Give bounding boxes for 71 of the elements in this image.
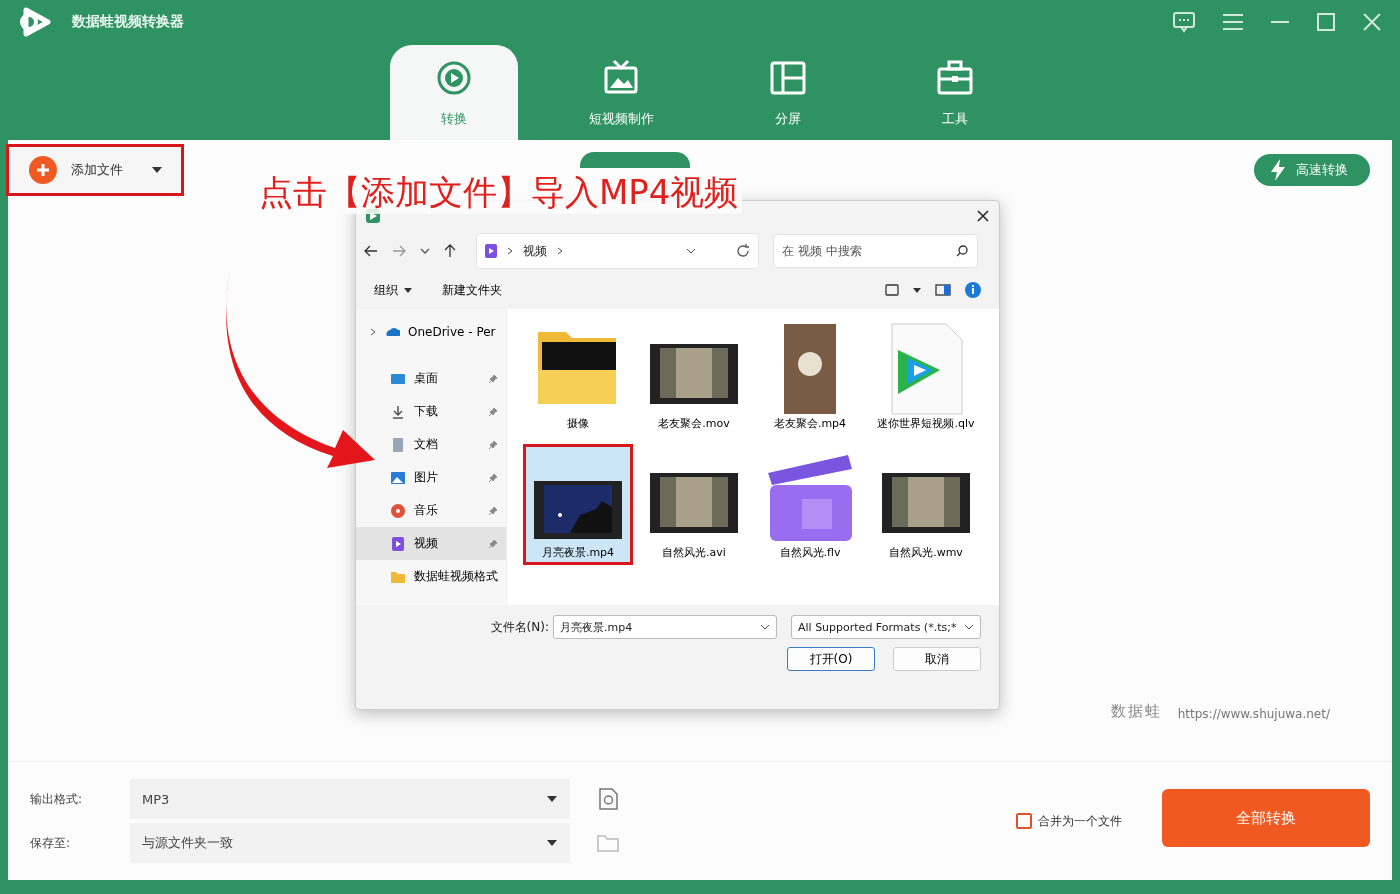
dropdown-caret-icon (151, 166, 163, 174)
file-item[interactable]: 月亮夜景.mp4 (523, 444, 633, 565)
caret-icon (546, 839, 558, 847)
field-label: 保存至: (30, 834, 72, 852)
nav-tab[interactable]: 分屏 (724, 45, 852, 140)
sidebar-item[interactable]: OneDrive - Per (356, 315, 506, 348)
sidebar-item[interactable]: 图片 (356, 461, 506, 494)
file-item[interactable]: 自然风光.avi (639, 444, 749, 565)
plus-icon (29, 156, 57, 184)
maximize-icon[interactable] (1316, 12, 1336, 32)
chevron-down-icon[interactable] (420, 248, 430, 254)
sidebar-item[interactable]: 视频 (356, 527, 506, 560)
nav-tab[interactable]: 工具 (891, 45, 1019, 140)
lightning-icon (1270, 159, 1286, 181)
sidebar-item[interactable]: 文档 (356, 428, 506, 461)
download-icon (390, 403, 406, 420)
file-item[interactable]: 老友聚会.mov (639, 315, 749, 436)
address-bar[interactable]: 视频 (476, 233, 759, 269)
sidebar-item[interactable]: 桌面 (356, 362, 506, 395)
speed-convert-button[interactable]: 高速转换 (1254, 154, 1370, 186)
merge-label: 合并为一个文件 (1038, 812, 1122, 830)
close-icon[interactable] (977, 210, 989, 222)
nav-tab[interactable]: 转换 (390, 45, 518, 140)
app-title: 数据蛙视频转换器 (72, 13, 184, 31)
music-icon (390, 502, 406, 519)
sidebar-item[interactable]: 下载 (356, 395, 506, 428)
chevron-right-icon (507, 247, 513, 255)
file-item[interactable]: 老友聚会.mp4 (755, 315, 865, 436)
filename-label: 文件名(N): (490, 618, 549, 636)
nav-tab[interactable]: 短视频制作 (557, 45, 685, 140)
open-button[interactable]: 打开(O) (787, 647, 875, 671)
file-item[interactable]: 自然风光.wmv (871, 444, 981, 565)
view-icon[interactable] (885, 284, 899, 296)
cancel-button[interactable]: 取消 (893, 647, 981, 671)
up-arrow-icon[interactable] (444, 244, 456, 258)
chevron-down-icon (964, 624, 974, 630)
back-arrow-icon[interactable] (364, 245, 378, 257)
search-field[interactable]: 在 视频 中搜索 (773, 234, 978, 268)
file-type-select[interactable]: All Supported Formats (*.ts;* (791, 615, 981, 639)
organize-menu[interactable]: 组织 (374, 281, 412, 299)
video-icon (485, 244, 497, 258)
file-item[interactable]: 自然风光.flv (755, 444, 865, 565)
forward-arrow-icon[interactable] (392, 245, 406, 257)
new-folder-button[interactable]: 新建文件夹 (442, 281, 502, 299)
preview-pane-icon[interactable] (935, 284, 951, 296)
chevron-down-icon (686, 248, 696, 254)
sidebar-item[interactable]: 音乐 (356, 494, 506, 527)
chevron-down-icon (760, 624, 770, 630)
merge-checkbox[interactable] (1016, 813, 1032, 829)
brand-url: https://www.shujuwa.net/ (1177, 707, 1330, 721)
video-icon (390, 535, 406, 552)
save-path-select[interactable]: 与源文件夹一致 (130, 823, 570, 863)
brand-name: 数据蛙 (1110, 702, 1162, 721)
document-icon (390, 436, 406, 453)
chevron-right-icon (557, 247, 563, 255)
file-item[interactable]: 迷你世界短视频.qlv (871, 315, 981, 436)
caret-icon (404, 287, 412, 293)
format-select[interactable]: MP3 (130, 779, 570, 819)
chevron-right-icon (370, 327, 376, 336)
picture-icon (390, 469, 406, 486)
refresh-icon[interactable] (736, 244, 750, 258)
sidebar-item[interactable]: 数据蛙视频格式 (356, 560, 506, 593)
field-label: 输出格式: (30, 790, 84, 808)
help-icon[interactable] (965, 282, 981, 298)
add-file-button[interactable]: 添加文件 (6, 144, 184, 196)
filename-field[interactable]: 月亮夜景.mp4 (553, 615, 777, 639)
caret-icon (546, 795, 558, 803)
caret-icon[interactable] (913, 287, 921, 293)
chat-icon[interactable] (1172, 11, 1196, 33)
file-item[interactable]: 摄像 (523, 315, 633, 436)
menu-icon[interactable] (1222, 13, 1244, 31)
